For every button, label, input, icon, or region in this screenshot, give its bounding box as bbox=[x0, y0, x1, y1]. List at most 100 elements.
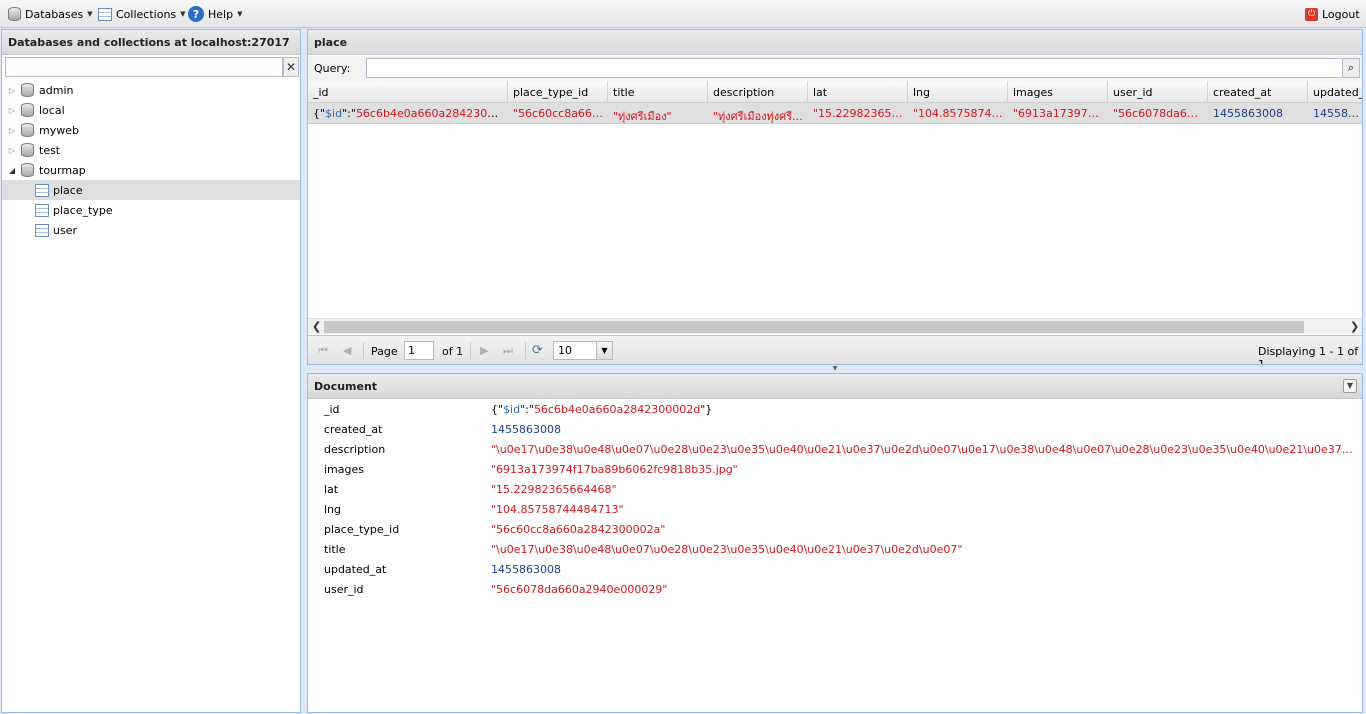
grid-header: _id place_type_id title description lat … bbox=[308, 81, 1362, 103]
chevron-down-icon: ▼ bbox=[237, 10, 243, 18]
tree-db-label: myweb bbox=[39, 123, 79, 137]
first-page-icon[interactable]: ⏮ bbox=[318, 344, 328, 358]
table-row[interactable]: {"$id":"56c6b4e0a660a2842300002d"} "56c6… bbox=[308, 103, 1362, 124]
document-field: updated_at 1455863008 bbox=[308, 559, 1362, 579]
query-label: Query: bbox=[314, 62, 351, 75]
databases-menu-button[interactable]: Databases ▼ bbox=[5, 4, 96, 24]
scroll-left-icon[interactable]: ❮ bbox=[312, 320, 321, 333]
column-header[interactable]: images bbox=[1008, 81, 1108, 102]
tree-collection-user[interactable]: user bbox=[2, 220, 300, 240]
expand-icon[interactable]: ▷ bbox=[7, 106, 17, 115]
database-icon bbox=[21, 143, 34, 157]
page-size-select[interactable]: 10 ▼ bbox=[553, 341, 613, 360]
document-field: lat "15.22982365664468" bbox=[308, 479, 1362, 499]
paging-toolbar: ⏮ ◀ Page of 1 ▶ ⏭ ⟳ 10 ▼ Displaying 1 - … bbox=[308, 335, 1362, 365]
tree-collection-place[interactable]: place bbox=[2, 180, 300, 200]
document-field: _id {"$id":"56c6b4e0a660a2842300002d"} bbox=[308, 399, 1362, 419]
collapse-icon[interactable]: ▼ bbox=[1343, 379, 1357, 393]
cell-lng: "104.85758744... bbox=[913, 107, 1008, 120]
column-header[interactable]: lat bbox=[808, 81, 908, 102]
document-panel-title: Document ▼ bbox=[308, 374, 1362, 399]
displaying-status: Displaying 1 - 1 of 1 bbox=[1258, 345, 1359, 365]
collections-menu-button[interactable]: Collections ▼ bbox=[95, 4, 189, 24]
field-value: 1455863008 bbox=[491, 563, 561, 576]
prev-page-icon[interactable]: ◀ bbox=[343, 344, 351, 357]
page-count-label: of 1 bbox=[442, 345, 464, 358]
tree-db-admin[interactable]: ▷ admin bbox=[2, 80, 300, 100]
chevron-down-icon[interactable]: ▼ bbox=[596, 342, 612, 359]
query-input[interactable] bbox=[366, 58, 1344, 78]
cell-images: "6913a173974f... bbox=[1013, 107, 1108, 120]
chevron-down-icon: ▼ bbox=[87, 10, 93, 18]
column-header[interactable]: user_id bbox=[1108, 81, 1208, 102]
tree-collection-place-type[interactable]: place_type bbox=[2, 200, 300, 220]
collapse-icon[interactable]: ◢ bbox=[7, 166, 17, 175]
tree-db-tourmap[interactable]: ◢ tourmap bbox=[2, 160, 300, 180]
field-value: "15.22982365664468" bbox=[491, 483, 617, 496]
horizontal-scrollbar[interactable]: ❮ ❯ bbox=[308, 318, 1362, 334]
tree-db-label: local bbox=[39, 103, 65, 117]
database-tree-panel: Databases and collections at localhost:2… bbox=[1, 29, 301, 713]
column-header[interactable]: updated_a bbox=[1308, 81, 1362, 102]
cell-title: "ทุ่งศรีเมือง" bbox=[613, 110, 672, 123]
field-key: user_id bbox=[324, 583, 364, 596]
logout-button[interactable]: ⏻ Logout bbox=[1302, 4, 1363, 24]
collections-menu-label: Collections bbox=[116, 7, 177, 21]
tree-collection-label: user bbox=[53, 223, 77, 237]
document-field: lng "104.85758744484713" bbox=[308, 499, 1362, 519]
document-panel: Document ▼ _id {"$id":"56c6b4e0a660a2842… bbox=[307, 373, 1363, 713]
document-field: user_id "56c6078da660a2940e000029" bbox=[308, 579, 1362, 599]
column-header[interactable]: description bbox=[708, 81, 808, 102]
expand-icon[interactable]: ▷ bbox=[7, 146, 17, 155]
id-key: $id bbox=[325, 107, 343, 120]
field-key: updated_at bbox=[324, 563, 387, 576]
cell-user-id: "56c6078da660... bbox=[1113, 107, 1208, 120]
collection-icon bbox=[35, 223, 49, 237]
tree-db-test[interactable]: ▷ test bbox=[2, 140, 300, 160]
collection-icon bbox=[35, 203, 49, 217]
column-header[interactable]: _id bbox=[308, 81, 508, 102]
tree-db-local[interactable]: ▷ local bbox=[2, 100, 300, 120]
field-value: "\u0e17\u0e38\u0e48\u0e07\u0e28\u0e23\u0… bbox=[491, 543, 963, 556]
expand-icon[interactable]: ▷ bbox=[7, 86, 17, 95]
document-field: images "6913a173974f17ba89b6062fc9818b35… bbox=[308, 459, 1362, 479]
column-header[interactable]: created_at bbox=[1208, 81, 1308, 102]
panel-splitter[interactable]: ▼ bbox=[307, 365, 1363, 373]
field-value: "104.85758744484713" bbox=[491, 503, 624, 516]
cell-created-at: 1455863008 bbox=[1213, 107, 1283, 120]
scrollbar-thumb[interactable] bbox=[324, 321, 1304, 333]
collection-grid-panel: place Query: ⌕ _id place_type_id title d… bbox=[307, 29, 1363, 365]
collection-icon bbox=[35, 183, 49, 197]
field-key: description bbox=[324, 443, 386, 456]
tree-filter-input[interactable] bbox=[5, 57, 283, 77]
clear-filter-icon[interactable]: ✕ bbox=[283, 57, 299, 77]
database-tree: ▷ admin ▷ local ▷ myweb ▷ test ◢ tourmap bbox=[2, 80, 300, 240]
query-bar: Query: ⌕ bbox=[308, 56, 1362, 81]
help-menu-button[interactable]: ? Help ▼ bbox=[185, 4, 245, 24]
next-page-icon[interactable]: ▶ bbox=[480, 344, 488, 357]
document-field: description "\u0e17\u0e38\u0e48\u0e07\u0… bbox=[308, 439, 1362, 459]
tree-db-label: tourmap bbox=[39, 163, 86, 177]
collection-icon bbox=[98, 7, 112, 21]
column-header[interactable]: title bbox=[608, 81, 708, 102]
tree-db-label: admin bbox=[39, 83, 74, 97]
page-label: Page bbox=[371, 345, 398, 358]
column-header[interactable]: place_type_id bbox=[508, 81, 608, 102]
last-page-icon[interactable]: ⏭ bbox=[503, 344, 513, 358]
tree-db-myweb[interactable]: ▷ myweb bbox=[2, 120, 300, 140]
databases-menu-label: Databases bbox=[25, 7, 84, 21]
id-open: {" bbox=[313, 107, 326, 120]
refresh-icon[interactable]: ⟳ bbox=[532, 343, 543, 358]
page-number-input[interactable] bbox=[404, 341, 434, 360]
database-icon bbox=[8, 7, 21, 21]
field-key: _id bbox=[324, 403, 340, 416]
cell-description: "ทุ่งศรีเมืองทุ่งศรี... bbox=[713, 110, 803, 123]
document-field: title "\u0e17\u0e38\u0e48\u0e07\u0e28\u0… bbox=[308, 539, 1362, 559]
scroll-right-icon[interactable]: ❯ bbox=[1350, 320, 1359, 333]
tree-panel-title: Databases and collections at localhost:2… bbox=[2, 30, 300, 55]
tree-collection-label: place_type bbox=[53, 203, 113, 217]
expand-icon[interactable]: ▷ bbox=[7, 126, 17, 135]
field-key: place_type_id bbox=[324, 523, 400, 536]
column-header[interactable]: lng bbox=[908, 81, 1008, 102]
search-icon[interactable]: ⌕ bbox=[1342, 58, 1360, 78]
